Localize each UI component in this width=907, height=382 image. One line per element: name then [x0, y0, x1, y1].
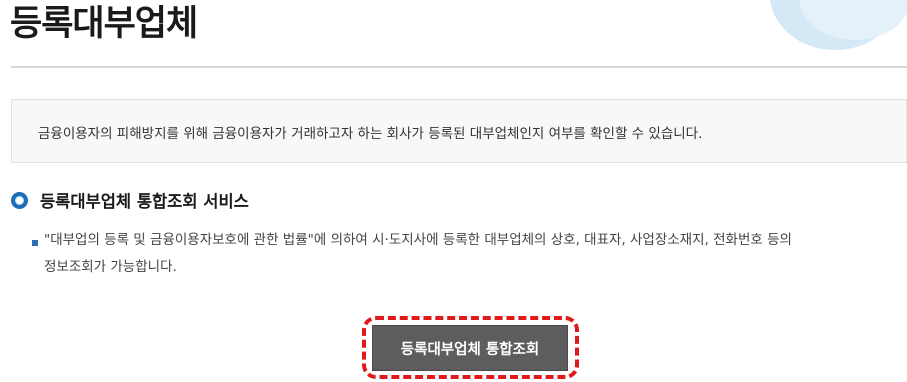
section-description-line1: "대부업의 등록 및 금융이용자보호에 관한 법률"에 의하여 시·도지사에 등… — [44, 232, 792, 248]
section-description: "대부업의 등록 및 금융이용자보호에 관한 법률"에 의하여 시·도지사에 등… — [32, 232, 904, 287]
page: 등록대부업체 금융이용자의 피해방지를 위해 금융이용자가 거래하고자 하는 회… — [0, 0, 907, 382]
page-title: 등록대부업체 — [10, 4, 198, 44]
section-description-line2: 정보조회가 가능합니다. — [44, 259, 177, 275]
info-text: 금융이용자의 피해방지를 위해 금융이용자가 거래하고자 하는 회사가 등록된 … — [38, 126, 703, 142]
section-title: 등록대부업체 통합조회 서비스 — [40, 192, 249, 211]
integrated-search-button[interactable]: 등록대부업체 통합조회 — [372, 325, 568, 371]
section-header: 등록대부업체 통합조회 서비스 — [11, 188, 249, 212]
circle-bullet-icon — [11, 191, 28, 209]
circle-bullet-icon-center — [15, 195, 24, 205]
info-box: 금융이용자의 피해방지를 위해 금융이용자가 거래하고자 하는 회사가 등록된 … — [11, 99, 907, 163]
title-divider — [11, 66, 907, 68]
